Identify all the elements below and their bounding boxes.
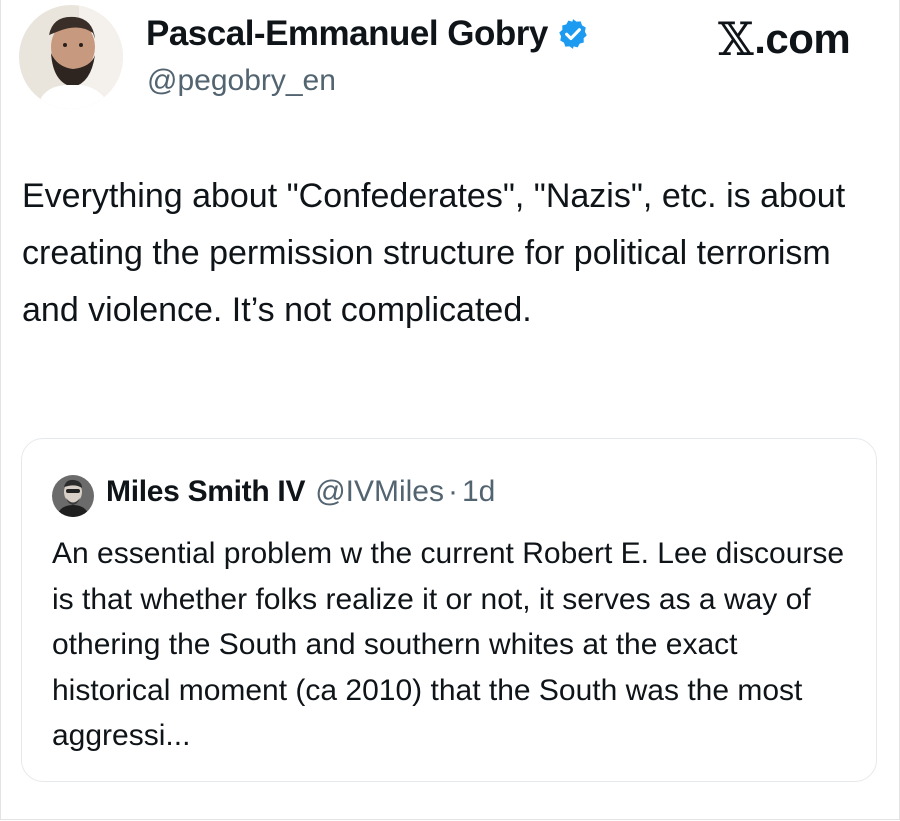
quoted-tweet-card[interactable]: Miles Smith IV @IVMiles · 1d An essentia… xyxy=(21,438,877,782)
author-name-row[interactable]: Pascal-Emmanuel Gobry xyxy=(146,14,590,54)
quoted-tweet-text: An essential problem w the current Rober… xyxy=(52,537,845,752)
x-logo-icon: 𝕏 xyxy=(718,12,754,66)
header-separator: · xyxy=(448,475,458,508)
tweet-text: Everything about "Confederates", "Nazis"… xyxy=(22,177,846,329)
quoted-tweet-header: Miles Smith IV @IVMiles · 1d xyxy=(106,475,495,509)
quoted-tweet-time[interactable]: 1d xyxy=(462,475,495,509)
brand-domain: .com xyxy=(754,15,851,62)
quoted-author-name[interactable]: Miles Smith IV xyxy=(106,475,305,509)
brand-watermark: 𝕏 .com xyxy=(718,12,851,66)
author-avatar[interactable] xyxy=(19,5,123,109)
verified-badge-icon xyxy=(556,17,590,51)
author-name[interactable]: Pascal-Emmanuel Gobry xyxy=(146,14,548,54)
author-handle[interactable]: @pegobry_en xyxy=(147,64,336,98)
quoted-author-handle[interactable]: @IVMiles xyxy=(315,475,444,509)
quoted-author-avatar[interactable] xyxy=(52,475,94,517)
